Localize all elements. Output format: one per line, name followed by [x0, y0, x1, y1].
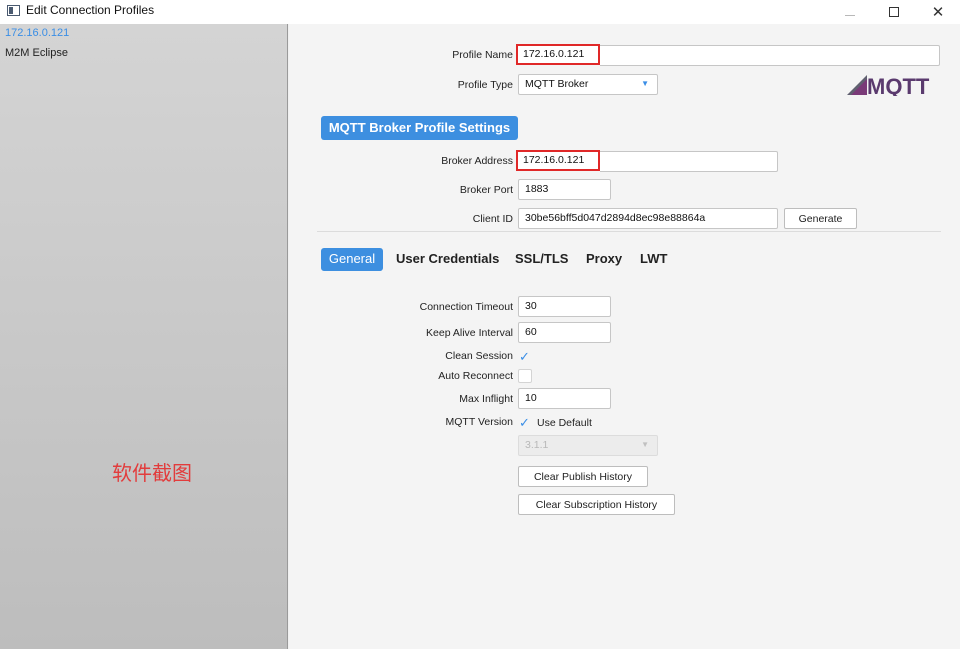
client-id-label: Client ID: [472, 213, 513, 225]
auto-reconnect-checkbox[interactable]: [518, 369, 532, 383]
tab-lwt[interactable]: LWT: [640, 248, 667, 271]
maximize-icon: [889, 7, 899, 17]
broker-settings-section-button[interactable]: MQTT Broker Profile Settings: [321, 116, 518, 140]
close-button[interactable]: ✕: [916, 0, 960, 24]
connection-timeout-label: Connection Timeout: [419, 301, 513, 313]
clear-publish-history-button[interactable]: Clear Publish History: [518, 466, 648, 487]
broker-port-label: Broker Port: [459, 184, 513, 196]
keep-alive-input[interactable]: 60: [518, 322, 611, 343]
profile-editor: Profile Name 172.16.0.121 Profile Type M…: [289, 24, 960, 649]
app-icon: [7, 5, 20, 16]
tab-general[interactable]: General: [321, 248, 383, 271]
profile-list-item[interactable]: M2M Eclipse: [5, 47, 68, 59]
connection-timeout-input[interactable]: 30: [518, 296, 611, 317]
mqtt-version-label: MQTT Version: [445, 416, 514, 428]
window-title: Edit Connection Profiles: [26, 3, 155, 17]
maximize-button[interactable]: [872, 0, 916, 24]
generate-button[interactable]: Generate: [784, 208, 857, 229]
use-default-checkbox[interactable]: ✓: [519, 416, 530, 430]
chevron-down-icon: ▼: [641, 79, 649, 88]
mqtt-logo-text: MQTT: [867, 74, 930, 96]
profile-name-input[interactable]: [600, 45, 940, 66]
section-divider: [317, 231, 941, 232]
keep-alive-label: Keep Alive Interval: [426, 327, 513, 339]
max-inflight-input[interactable]: 10: [518, 388, 611, 409]
minimize-button[interactable]: [828, 0, 872, 24]
clean-session-label: Clean Session: [445, 350, 513, 362]
clean-session-checkbox[interactable]: ✓: [519, 350, 530, 364]
broker-port-input[interactable]: 1883: [518, 179, 611, 200]
broker-address-label: Broker Address: [441, 155, 513, 167]
close-icon: ✕: [931, 4, 945, 21]
minimize-icon: [845, 14, 855, 16]
clear-subscription-history-button[interactable]: Clear Subscription History: [518, 494, 675, 515]
profile-name-highlight[interactable]: 172.16.0.121: [516, 44, 600, 65]
auto-reconnect-label: Auto Reconnect: [438, 370, 513, 382]
broker-address-input[interactable]: [600, 151, 778, 172]
watermark-text: 软件截图: [112, 461, 192, 485]
max-inflight-label: Max Inflight: [459, 393, 513, 405]
client-id-input[interactable]: 30be56bff5d047d2894d8ec98e88864a: [518, 208, 778, 229]
tab-ssl-tls[interactable]: SSL/TLS: [515, 248, 568, 271]
profile-type-value: MQTT Broker: [525, 78, 589, 90]
broker-address-highlight[interactable]: 172.16.0.121: [516, 150, 600, 171]
title-bar: Edit Connection Profiles ✕: [0, 0, 960, 24]
mqtt-logo: MQTT: [847, 74, 930, 96]
tab-user-credentials[interactable]: User Credentials: [396, 248, 499, 271]
chevron-down-icon: ▼: [641, 440, 649, 449]
profile-list: 172.16.0.121 M2M Eclipse 软件截图: [0, 24, 288, 649]
profile-type-select[interactable]: MQTT Broker ▼: [518, 74, 658, 95]
profile-type-label: Profile Type: [457, 79, 513, 91]
profile-list-item-selected[interactable]: 172.16.0.121: [5, 27, 69, 39]
tab-proxy[interactable]: Proxy: [586, 248, 622, 271]
mqtt-version-select: 3.1.1 ▼: [518, 435, 658, 456]
mqtt-version-value: 3.1.1: [525, 439, 549, 451]
profile-name-label: Profile Name: [452, 49, 513, 61]
use-default-label: Use Default: [537, 417, 592, 429]
